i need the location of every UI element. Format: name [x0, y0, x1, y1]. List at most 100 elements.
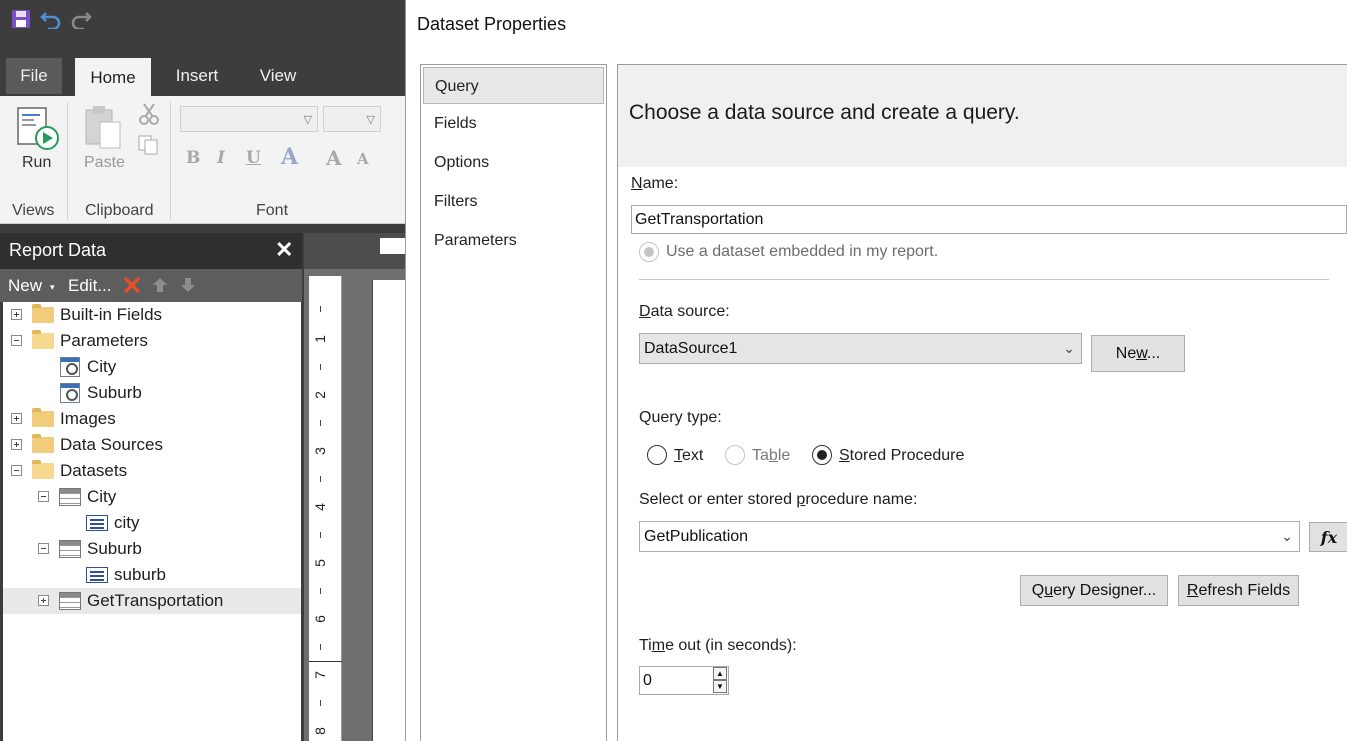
tree-item-field-city[interactable]: city — [3, 510, 301, 536]
expand-icon[interactable] — [11, 439, 22, 450]
tab-view[interactable]: View — [250, 56, 306, 96]
ruler-tick — [320, 588, 321, 594]
nav-parameters[interactable]: Parameters — [421, 222, 606, 260]
data-source-mnemonic: D — [639, 303, 651, 320]
tree-label: Data Sources — [60, 435, 163, 454]
close-icon[interactable]: ✕ — [275, 237, 293, 263]
new-menu-button[interactable]: New — [8, 276, 42, 296]
italic-button[interactable]: I — [217, 148, 225, 168]
report-data-tree: Built-in Fields Parameters City Suburb I… — [3, 302, 301, 741]
report-data-toolbar: New ▾ Edit... — [0, 269, 302, 302]
query-type-text-radio[interactable] — [647, 445, 667, 465]
collapse-icon[interactable] — [38, 543, 49, 554]
nav-filters[interactable]: Filters — [421, 183, 606, 221]
ruler-tick — [320, 306, 321, 312]
table-mnemonic: b — [768, 447, 778, 464]
name-label-text: ame: — [642, 175, 679, 192]
spin-up-icon[interactable]: ▲ — [713, 667, 727, 680]
move-up-icon[interactable] — [152, 277, 168, 298]
tree-item-parameters[interactable]: Parameters — [3, 328, 301, 354]
nav-query[interactable]: Query — [423, 67, 604, 104]
name-label: Name: — [631, 175, 678, 193]
chevron-down-icon: ⌄ — [1063, 340, 1075, 356]
bold-button[interactable]: B — [186, 148, 200, 168]
ruler-number: 8 — [311, 727, 328, 735]
ruler-tick — [320, 700, 321, 706]
query-designer-button[interactable]: Query Designer... — [1020, 575, 1168, 606]
font-family-select[interactable]: ▽ — [180, 106, 318, 132]
tree-item-dataset-city[interactable]: City — [3, 484, 301, 510]
stored-procedure-value: GetPublication — [644, 528, 749, 545]
tree-item-field-suburb[interactable]: suburb — [3, 562, 301, 588]
undo-icon[interactable] — [40, 8, 62, 30]
tree-item-dataset-suburb[interactable]: Suburb — [3, 536, 301, 562]
tree-label: city — [114, 513, 140, 532]
move-down-icon[interactable] — [180, 277, 196, 298]
tree-item-param-suburb[interactable]: Suburb — [3, 380, 301, 406]
report-data-header: Report Data ✕ — [0, 233, 302, 269]
tree-label: Datasets — [60, 461, 128, 480]
report-page[interactable] — [372, 280, 405, 741]
folder-icon — [32, 408, 54, 427]
tree-item-data-sources[interactable]: Data Sources — [3, 432, 301, 458]
tree-item-builtin-fields[interactable]: Built-in Fields — [3, 302, 301, 328]
ruler-tick — [320, 364, 321, 370]
sp-name-label-pre: Select or enter stored — [639, 491, 797, 508]
expand-icon[interactable] — [38, 595, 49, 606]
tree-label: City — [87, 357, 117, 376]
save-icon[interactable] — [10, 8, 32, 30]
query-type-stored-procedure-label: Stored Procedure — [839, 447, 964, 465]
data-source-select[interactable]: DataSource1 ⌄ — [639, 333, 1082, 364]
tree-item-datasets[interactable]: Datasets — [3, 458, 301, 484]
data-source-label: Data source: — [639, 303, 730, 321]
name-label-mnemonic: N — [631, 175, 643, 192]
expression-fx-button[interactable]: fx — [1309, 522, 1347, 552]
spin-down-icon[interactable]: ▼ — [713, 680, 727, 693]
paste-label: Paste — [84, 154, 125, 171]
table-label-post: le — [777, 447, 791, 464]
group-label-clipboard: Clipboard — [85, 202, 154, 219]
new-button-post: ... — [1146, 345, 1161, 362]
font-color-button[interactable]: A — [281, 144, 298, 170]
paste-button[interactable]: Paste — [82, 104, 128, 171]
tab-home[interactable]: Home — [75, 58, 151, 96]
run-button[interactable]: Run — [14, 106, 60, 171]
ruler-number: 3 — [311, 447, 328, 455]
embedded-dataset-radio[interactable] — [639, 242, 659, 262]
group-label-font: Font — [256, 202, 289, 219]
collapse-icon[interactable] — [11, 335, 22, 346]
new-data-source-button[interactable]: New... — [1091, 335, 1185, 372]
underline-button[interactable]: U — [246, 148, 261, 168]
tab-file[interactable]: File — [6, 58, 62, 94]
tree-item-dataset-gettransportation[interactable]: GetTransportation — [3, 588, 301, 614]
grow-font-button[interactable]: A — [326, 146, 342, 170]
tree-item-param-city[interactable]: City — [3, 354, 301, 380]
tree-label: Images — [60, 409, 116, 428]
cut-icon[interactable] — [137, 102, 161, 131]
stored-procedure-select[interactable]: GetPublication ⌄ — [639, 521, 1300, 552]
query-type-table-radio[interactable] — [725, 445, 745, 465]
redo-icon[interactable] — [70, 8, 92, 30]
query-type-text-label: Text — [674, 447, 703, 465]
quick-access-toolbar — [10, 8, 92, 30]
expand-icon[interactable] — [11, 309, 22, 320]
expand-icon[interactable] — [11, 413, 22, 424]
nav-fields[interactable]: Fields — [421, 105, 606, 143]
nav-options[interactable]: Options — [421, 144, 606, 182]
tree-item-images[interactable]: Images — [3, 406, 301, 432]
tree-label: Parameters — [60, 331, 148, 350]
shrink-font-button[interactable]: A — [357, 150, 369, 168]
font-size-select[interactable]: ▽ — [323, 106, 381, 132]
name-input[interactable]: GetTransportation — [631, 205, 1347, 234]
ruler-number: 2 — [311, 391, 328, 399]
collapse-icon[interactable] — [38, 491, 49, 502]
timeout-post: e out (in seconds): — [665, 637, 797, 654]
edit-button[interactable]: Edit... — [68, 276, 111, 296]
delete-icon[interactable] — [122, 275, 142, 300]
timeout-mnemonic: m — [651, 637, 666, 654]
query-type-stored-procedure-radio[interactable] — [812, 445, 832, 465]
refresh-fields-button[interactable]: Refresh Fields — [1178, 575, 1299, 606]
collapse-icon[interactable] — [11, 465, 22, 476]
tab-insert[interactable]: Insert — [166, 56, 228, 96]
copy-icon[interactable] — [137, 134, 161, 161]
